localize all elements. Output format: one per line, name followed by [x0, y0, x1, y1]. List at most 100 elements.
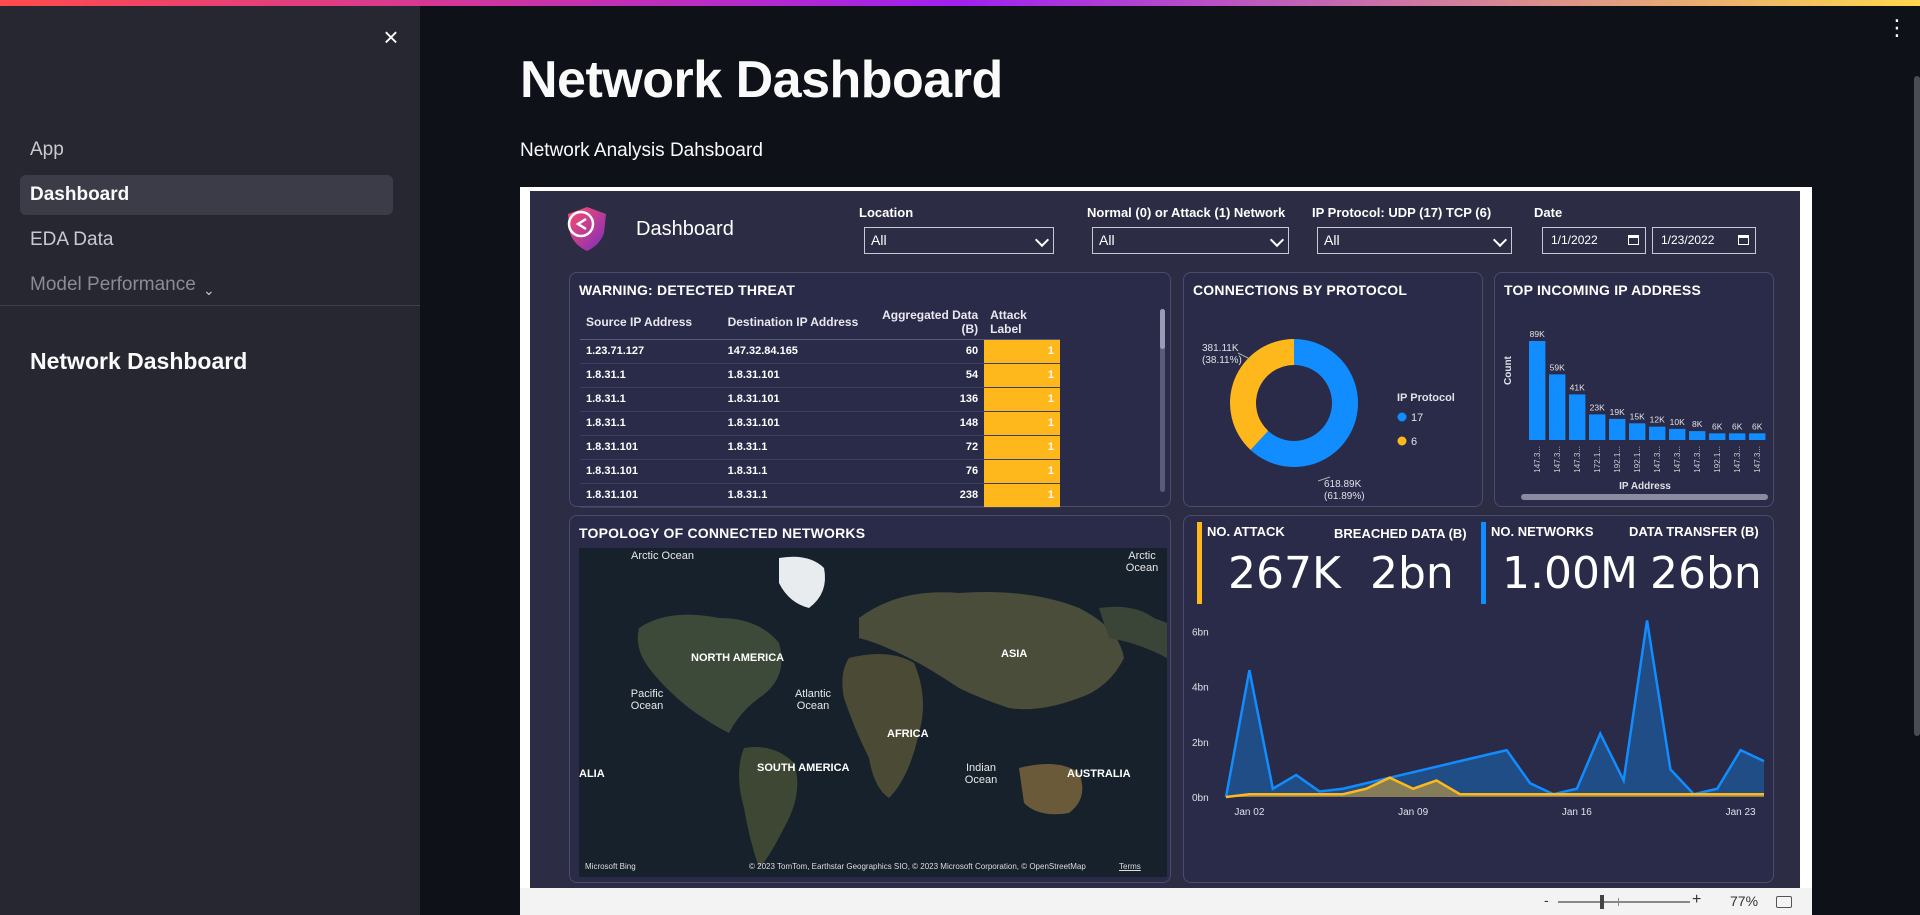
- fit-to-page-icon[interactable]: [1776, 896, 1792, 908]
- close-sidebar-icon[interactable]: ×: [380, 24, 402, 50]
- map-label-indian: Indian Ocean: [964, 762, 998, 786]
- sidebar-item-app[interactable]: App: [20, 130, 393, 170]
- network-filter-label: Normal (0) or Attack (1) Network: [1087, 205, 1286, 220]
- start-date-input[interactable]: 1/1/2022: [1542, 227, 1646, 254]
- bar-data-label: 12K: [1650, 415, 1665, 425]
- table-cell: 1.8.31.101: [721, 411, 867, 436]
- table-cell: 1.23.71.127: [580, 339, 722, 364]
- incoming-ip-bar-chart: Count IP Address 89K 147.3... 59K 147.3... 4…: [1503, 329, 1768, 500]
- kpi-label-attack: NO. ATTACK: [1207, 524, 1285, 539]
- table-cell: 147.32.84.165: [721, 339, 867, 364]
- bar[interactable]: [1729, 433, 1746, 440]
- table-row[interactable]: 1.8.31.1 1.8.31.101 54 1: [580, 363, 1060, 388]
- kpi-label-networks: NO. NETWORKS: [1491, 524, 1594, 539]
- bar-tick-label: 147.3...: [1673, 446, 1682, 473]
- bar-tick-label: 147.3...: [1573, 446, 1582, 473]
- kpi-label-transfer: DATA TRANSFER (B): [1629, 524, 1759, 539]
- bar-tick-label: 147.3...: [1753, 446, 1762, 473]
- map-label-arctic-right: Arctic Ocean: [1125, 550, 1159, 574]
- bar[interactable]: [1749, 433, 1766, 440]
- bar-chart-scrollbar[interactable]: [1521, 494, 1768, 500]
- table-row[interactable]: 1.8.31.1 1.8.31.101 148 1: [580, 411, 1060, 436]
- protocol-panel-title: CONNECTIONS BY PROTOCOL: [1193, 282, 1408, 298]
- legend-entry[interactable]: 17: [1411, 412, 1423, 424]
- table-cell: 60: [866, 339, 985, 364]
- table-row[interactable]: 1.8.31.101 1.8.31.1 238 1: [580, 483, 1060, 508]
- zoom-out-button[interactable]: -: [1544, 892, 1549, 908]
- table-row[interactable]: 1.23.71.127 147.32.84.165 60 1: [580, 339, 1060, 364]
- expand-nav-chevron-icon[interactable]: ⌄: [203, 282, 215, 299]
- bar[interactable]: [1529, 341, 1546, 440]
- table-cell: 1: [984, 387, 1060, 412]
- top-accent-bar: [0, 0, 1920, 6]
- end-date-input[interactable]: 1/23/2022: [1652, 227, 1756, 254]
- bar[interactable]: [1649, 426, 1666, 440]
- column-header[interactable]: Aggregated Data (B): [866, 305, 985, 340]
- location-select[interactable]: All: [864, 227, 1054, 254]
- map-label-north-america: NORTH AMERICA: [691, 652, 785, 664]
- table-cell: 1.8.31.1: [721, 459, 867, 484]
- map-label-atlantic: Atlantic Ocean: [794, 688, 832, 712]
- protocol-select[interactable]: All: [1317, 227, 1512, 254]
- column-header[interactable]: Destination IP Address: [721, 305, 867, 340]
- map-terms-link[interactable]: Terms: [1119, 862, 1141, 871]
- zoom-level: 77%: [1730, 893, 1759, 909]
- shield-logo-icon: [567, 207, 606, 251]
- table-cell: 1: [984, 363, 1060, 388]
- incoming-panel-title: TOP INCOMING IP ADDRESS: [1504, 282, 1702, 298]
- calendar-icon[interactable]: [1628, 235, 1639, 245]
- bar[interactable]: [1669, 428, 1686, 440]
- calendar-icon[interactable]: [1738, 235, 1749, 245]
- bar-data-label: 19K: [1610, 407, 1625, 417]
- table-row[interactable]: 1.8.31.101 1.8.31.1 72 1: [580, 435, 1060, 460]
- column-header[interactable]: Source IP Address: [580, 305, 722, 340]
- map-label-australia: AUSTRALIA: [1067, 768, 1131, 780]
- world-map[interactable]: Arctic Ocean Arctic Ocean NORTH AMERICA …: [579, 548, 1167, 877]
- location-select-value: All: [871, 232, 887, 248]
- kpi-label-breached: BREACHED DATA (B): [1334, 526, 1467, 541]
- table-scroll-thumb[interactable]: [1160, 309, 1165, 349]
- sidebar-item-dashboard[interactable]: Dashboard: [20, 175, 393, 215]
- bar[interactable]: [1569, 394, 1586, 440]
- bar-data-label: 10K: [1670, 417, 1685, 427]
- zoom-slider-thumb[interactable]: [1600, 895, 1604, 909]
- bar[interactable]: [1689, 431, 1706, 440]
- zoom-slider-tick: [1618, 898, 1619, 906]
- bar[interactable]: [1629, 423, 1646, 440]
- bar-tick-label: 147.3...: [1653, 446, 1662, 473]
- sidebar: × App Dashboard EDA Data Model Performan…: [0, 0, 420, 915]
- bar[interactable]: [1549, 374, 1566, 440]
- table-row[interactable]: 1.8.31.1 1.8.31.101 136 1: [580, 387, 1060, 412]
- table-cell: 1.8.31.1: [721, 435, 867, 460]
- area-x-tick-label: Jan 16: [1562, 807, 1592, 818]
- top-incoming-ip-panel: TOP INCOMING IP ADDRESS Count IP Address…: [1494, 272, 1774, 507]
- legend-entry[interactable]: 6: [1411, 436, 1417, 448]
- main-menu-icon[interactable]: ⋮: [1886, 17, 1908, 39]
- column-header[interactable]: Attack Label: [984, 305, 1060, 340]
- map-label-africa: AFRICA: [887, 728, 929, 740]
- bar[interactable]: [1709, 433, 1726, 440]
- network-select[interactable]: All: [1092, 227, 1289, 254]
- table-row[interactable]: 1.8.31.101 1.8.31.1 76 1: [580, 459, 1060, 484]
- kpi-value-networks: 1.00M: [1502, 548, 1638, 599]
- map-label-arctic-left: Arctic Ocean: [631, 550, 694, 562]
- table-header-row: Source IP Address Destination IP Address…: [580, 305, 1060, 340]
- map-attribution: © 2023 TomTom, Earthstar Geographics SIO…: [749, 862, 1086, 871]
- sidebar-section-title: Network Dashboard: [30, 348, 248, 374]
- bar[interactable]: [1609, 418, 1626, 440]
- zoom-in-button[interactable]: +: [1692, 891, 1701, 909]
- zoom-slider-track[interactable]: [1558, 901, 1690, 903]
- page-scrollbar[interactable]: [1914, 76, 1920, 736]
- bar[interactable]: [1589, 414, 1606, 440]
- bar-data-label: 6K: [1752, 421, 1763, 431]
- area-series-fill: [1226, 620, 1764, 797]
- table-cell: 136: [866, 387, 985, 412]
- sidebar-item-eda-data[interactable]: EDA Data: [20, 220, 393, 260]
- end-date-value: 1/23/2022: [1661, 233, 1715, 247]
- data-transfer-area-chart: 0bn 2bn 4bn 6bn Jan 02 Jan 09 Jan 16 Jan 23: [1192, 620, 1765, 818]
- bar-tick-label: 192.1...: [1613, 446, 1622, 473]
- chevron-down-icon: [1269, 232, 1285, 248]
- threat-table-body: 1.23.71.127 147.32.84.165 60 1 1.8.31.1 1.8.3…: [580, 339, 1060, 508]
- legend-marker: [1397, 436, 1407, 446]
- table-cell: 1: [984, 339, 1060, 364]
